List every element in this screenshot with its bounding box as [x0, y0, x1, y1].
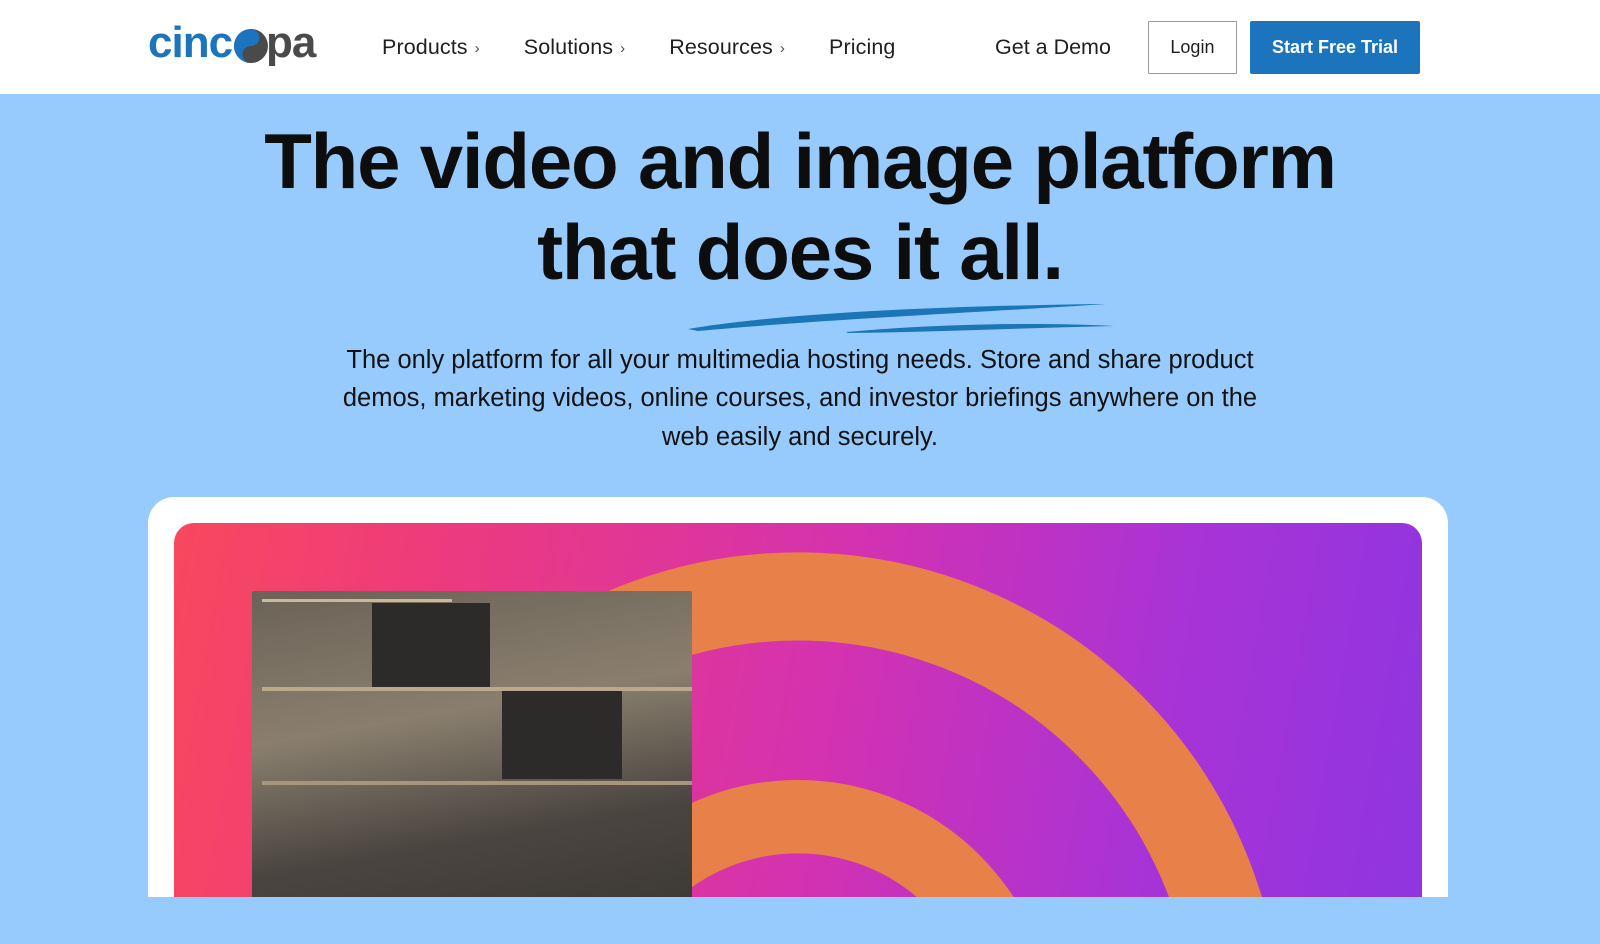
page-title: The video and image platform that does i… [0, 116, 1600, 299]
page-root: cinc pa Products › Solutions › Resources… [0, 0, 1600, 944]
cincopa-logo-mark: cinc pa [148, 19, 318, 67]
nav-item-products[interactable]: Products › [382, 35, 480, 60]
shelf-box-dark-1 [372, 603, 490, 687]
nav-label: Resources [669, 34, 773, 59]
chevron-right-icon: › [620, 39, 626, 57]
headline-line-2: that does it all. [537, 208, 1064, 297]
nav-label: Pricing [829, 34, 896, 59]
hero-subtitle: The only platform for all your multimedi… [342, 345, 1258, 452]
login-button[interactable]: Login [1147, 20, 1237, 74]
shelf-box-dark-2 [502, 691, 622, 779]
nav-label: Products [382, 34, 468, 59]
hero-media-screen[interactable]: REC [174, 523, 1422, 897]
headline-line-1: The video and image platform [264, 117, 1337, 205]
nav-item-resources[interactable]: Resources › [669, 35, 785, 60]
nav-item-pricing[interactable]: Pricing [829, 35, 895, 60]
nav-label: Solutions [523, 34, 614, 59]
screen-recorder-preview [252, 591, 692, 897]
shelf-middle [262, 687, 692, 691]
shelf-top [262, 599, 452, 602]
shelf-lower [262, 781, 692, 785]
svg-text:pa: pa [266, 19, 317, 67]
header-actions: Get a Demo Login Start Free Trial [995, 0, 1600, 94]
chevron-right-icon: › [779, 39, 786, 57]
hero-device-frame: REC [148, 497, 1448, 897]
nav-item-solutions[interactable]: Solutions › [524, 35, 625, 60]
header-start-free-trial-button[interactable]: Start Free Trial [1249, 20, 1420, 74]
main-navigation: Products › Solutions › Resources › Prici… [382, 35, 895, 60]
site-header: cinc pa Products › Solutions › Resources… [0, 0, 1600, 94]
headline-underline-swoosh [688, 304, 1114, 333]
svg-text:cinc: cinc [148, 19, 233, 67]
chevron-right-icon: › [474, 39, 480, 57]
cincopa-logo[interactable]: cinc pa [148, 19, 326, 75]
get-a-demo-link[interactable]: Get a Demo [995, 35, 1111, 60]
